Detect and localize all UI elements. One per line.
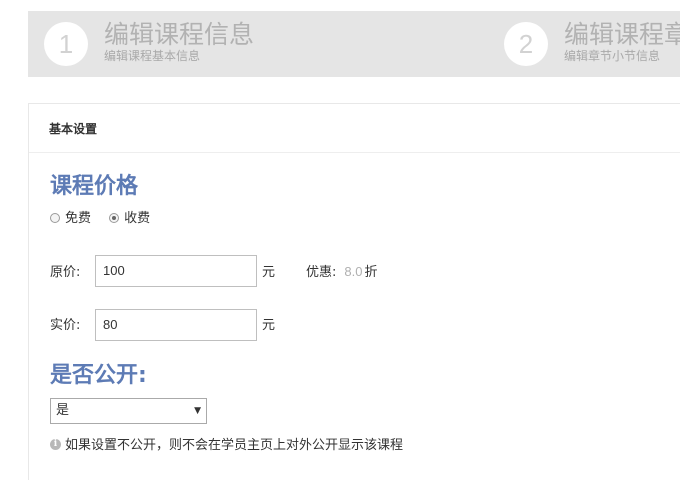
basic-settings-panel: 基本设置 课程价格 免费 收费 原价: 100 元 优惠: 8.0 折 实价: 80… [28, 103, 680, 480]
price-type-radio-group: 免费 收费 [50, 211, 164, 228]
radio-paid-label: 收费 [124, 211, 151, 226]
step-title: 编辑课程信息 [104, 20, 255, 49]
radio-paid[interactable]: 收费 [109, 211, 164, 228]
actual-price-label: 实价: [50, 318, 81, 333]
actual-price-unit: 元 [262, 318, 276, 333]
original-price-label: 原价: [50, 265, 81, 280]
panel-title: 基本设置 [49, 122, 98, 136]
discount-display: 优惠: 8.0 折 [306, 264, 377, 281]
step-title: 编辑课程章 [564, 20, 680, 49]
price-section-title: 课程价格 [50, 174, 139, 199]
discount-unit: 折 [364, 265, 378, 280]
public-hint-text: 如果设置不公开，则不会在学员主页上对外公开显示该课程 [65, 438, 404, 453]
chevron-down-icon: ▼ [194, 406, 201, 416]
public-select[interactable]: 是 ▼ [50, 398, 207, 424]
public-select-value: 是 [56, 403, 70, 418]
step-number: 2 [504, 22, 548, 66]
step-subtitle: 编辑章节小节信息 [564, 49, 661, 63]
step-1[interactable]: 1 编辑课程信息 编辑课程基本信息 [44, 11, 344, 77]
actual-price-input[interactable]: 80 [95, 309, 257, 341]
radio-circle-checked [109, 213, 120, 223]
step-number: 1 [44, 22, 88, 66]
radio-free-label: 免费 [65, 211, 92, 226]
radio-free[interactable]: 免费 [50, 211, 105, 228]
panel-header: 基本设置 [29, 104, 680, 153]
discount-value: 8.0 [344, 264, 363, 279]
public-hint: i 如果设置不公开，则不会在学员主页上对外公开显示该课程 [50, 438, 403, 454]
step-2[interactable]: 2 编辑课程章 编辑章节小节信息 [504, 11, 680, 77]
step-subtitle: 编辑课程基本信息 [104, 49, 201, 63]
discount-label: 优惠: [306, 265, 337, 280]
original-price-input[interactable]: 100 [95, 255, 257, 287]
radio-circle [50, 213, 60, 223]
original-price-unit: 元 [262, 265, 276, 280]
info-icon: i [50, 439, 61, 450]
steps-bar: 1 编辑课程信息 编辑课程基本信息 2 编辑课程章 编辑章节小节信息 [28, 11, 680, 77]
public-section-title: 是否公开: [50, 363, 147, 388]
